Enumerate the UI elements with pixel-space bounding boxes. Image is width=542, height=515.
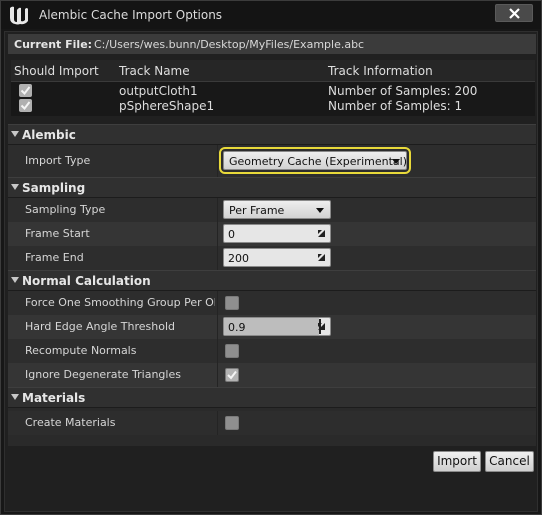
category-normal-calculation[interactable]: Normal Calculation — [8, 270, 536, 291]
track-name: outputCloth1 — [119, 84, 198, 98]
property-label: Import Type — [25, 154, 91, 167]
track-row[interactable]: outputCloth1 Number of Samples: 200 — [11, 83, 535, 98]
dialog-body: Current File: C:/Users/wes.bunn/Desktop/… — [4, 31, 538, 512]
property-label: Ignore Degenerate Triangles — [25, 368, 181, 381]
column-divider[interactable] — [217, 291, 218, 315]
category-label: Normal Calculation — [22, 274, 151, 288]
unreal-logo-icon — [10, 6, 28, 25]
column-divider[interactable] — [217, 339, 218, 363]
property-label: Recompute Normals — [25, 344, 137, 357]
checkmark-icon — [227, 370, 237, 380]
frame-start-input[interactable]: 0 — [223, 224, 331, 243]
import-button[interactable]: Import — [433, 451, 481, 472]
category-label: Alembic — [22, 128, 76, 142]
numeric-value: 0.9 — [228, 321, 246, 334]
details-panel: Alembic Import Type Geometry Cache (Expe… — [8, 124, 536, 446]
column-divider[interactable] — [217, 363, 218, 387]
dropdown-value: Per Frame — [229, 204, 285, 217]
should-import-checkbox[interactable] — [19, 99, 32, 112]
category-materials[interactable]: Materials — [8, 387, 536, 408]
recompute-normals-checkbox[interactable] — [225, 344, 239, 358]
drag-resize-icon[interactable] — [317, 322, 326, 331]
window-title: Alembic Cache Import Options — [39, 8, 223, 22]
import-options-dialog: Alembic Cache Import Options Current Fil… — [0, 0, 542, 515]
track-list: Should Import Track Name Track Informati… — [11, 60, 535, 116]
expand-arrow-icon — [11, 394, 19, 400]
frame-end-input[interactable]: 200 — [223, 248, 331, 267]
category-alembic[interactable]: Alembic — [8, 124, 536, 145]
property-force-smoothing-group: Force One Smoothing Group Per Object — [8, 291, 536, 315]
column-divider[interactable] — [217, 411, 218, 435]
column-divider[interactable] — [217, 198, 218, 222]
column-divider[interactable] — [217, 315, 218, 339]
column-track-information[interactable]: Track Information — [328, 64, 433, 78]
expand-arrow-icon — [11, 131, 19, 137]
cancel-button[interactable]: Cancel — [485, 451, 534, 472]
track-information: Number of Samples: 200 — [328, 84, 478, 98]
track-list-header: Should Import Track Name Track Informati… — [11, 60, 535, 82]
category-sampling[interactable]: Sampling — [8, 177, 536, 198]
property-import-type: Import Type Geometry Cache (Experimental… — [8, 145, 536, 177]
property-label: Create Materials — [25, 416, 116, 429]
current-file-bar: Current File: C:/Users/wes.bunn/Desktop/… — [8, 34, 536, 54]
drag-resize-icon[interactable] — [317, 229, 326, 238]
hard-edge-angle-slider[interactable]: 0.9 — [223, 317, 331, 336]
column-should-import[interactable]: Should Import — [14, 64, 99, 78]
current-file-path: C:/Users/wes.bunn/Desktop/MyFiles/Exampl… — [94, 38, 365, 51]
property-label: Frame End — [25, 251, 84, 264]
force-smoothing-checkbox[interactable] — [225, 296, 239, 310]
property-create-materials: Create Materials — [8, 411, 536, 435]
dropdown-value: Geometry Cache (Experimental) — [229, 155, 407, 168]
column-divider[interactable] — [217, 246, 218, 270]
drag-resize-icon[interactable] — [317, 253, 326, 262]
track-row[interactable]: pSphereShape1 Number of Samples: 1 — [11, 98, 535, 113]
numeric-value: 200 — [228, 252, 249, 265]
column-divider[interactable] — [217, 222, 218, 246]
property-label: Force One Smoothing Group Per Object — [25, 296, 215, 309]
should-import-checkbox[interactable] — [19, 84, 32, 97]
current-file-label: Current File: — [14, 38, 93, 51]
property-hard-edge-angle: Hard Edge Angle Threshold 0.9 — [8, 315, 536, 339]
expand-arrow-icon — [11, 184, 19, 190]
chevron-down-icon — [392, 159, 400, 164]
close-button[interactable] — [495, 4, 533, 22]
property-label: Frame Start — [25, 227, 90, 240]
chevron-down-icon — [316, 208, 324, 213]
expand-arrow-icon — [11, 277, 19, 283]
checkmark-icon — [20, 86, 31, 96]
track-information: Number of Samples: 1 — [328, 99, 463, 113]
category-label: Materials — [22, 391, 86, 405]
column-track-name[interactable]: Track Name — [119, 64, 190, 78]
create-materials-checkbox[interactable] — [225, 416, 239, 430]
property-ignore-degenerate-triangles: Ignore Degenerate Triangles — [8, 363, 536, 387]
track-name: pSphereShape1 — [119, 99, 215, 113]
property-label: Hard Edge Angle Threshold — [25, 320, 176, 333]
ignore-degenerate-checkbox[interactable] — [225, 368, 239, 382]
property-recompute-normals: Recompute Normals — [8, 339, 536, 363]
import-type-dropdown[interactable]: Geometry Cache (Experimental) — [219, 147, 411, 174]
close-icon — [509, 8, 520, 19]
sampling-type-dropdown[interactable]: Per Frame — [223, 200, 331, 219]
property-frame-start: Frame Start 0 — [8, 222, 536, 246]
numeric-value: 0 — [228, 228, 235, 241]
title-bar[interactable]: Alembic Cache Import Options — [1, 1, 541, 29]
category-label: Sampling — [22, 181, 86, 195]
property-label: Sampling Type — [25, 203, 106, 216]
property-sampling-type: Sampling Type Per Frame — [8, 198, 536, 222]
property-frame-end: Frame End 200 — [8, 246, 536, 270]
checkmark-icon — [20, 101, 31, 111]
column-divider[interactable] — [217, 145, 218, 177]
